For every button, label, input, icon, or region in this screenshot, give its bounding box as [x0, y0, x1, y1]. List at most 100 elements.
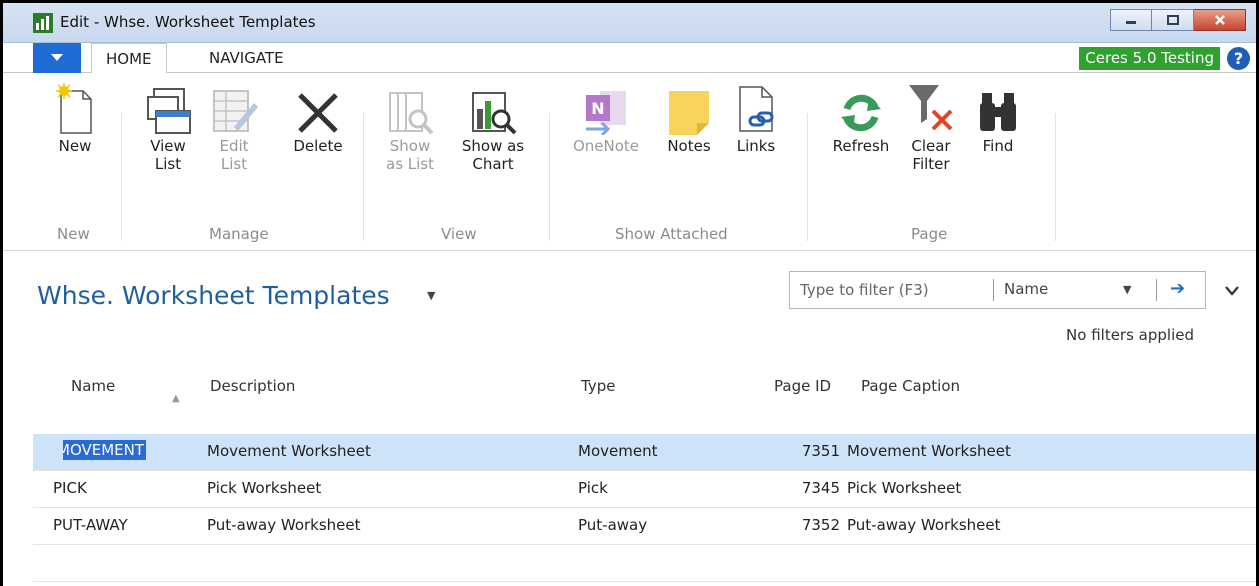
group-separator	[549, 113, 550, 241]
close-button[interactable]	[1194, 9, 1246, 31]
title-bar: Edit - Whse. Worksheet Templates	[3, 3, 1256, 43]
expand-chevron-icon[interactable]	[1225, 281, 1239, 300]
clear-filter-label: Clear Filter	[911, 137, 951, 173]
ribbon-tab-row: HOME NAVIGATE Ceres 5.0 Testing ?	[3, 43, 1256, 74]
maximize-button[interactable]	[1152, 9, 1194, 31]
environment-badge: Ceres 5.0 Testing	[1079, 47, 1220, 70]
sort-ascending-icon: ▲	[172, 393, 180, 404]
table-row[interactable]: PICK Pick Worksheet Pick 7345 Pick Works…	[33, 471, 1256, 508]
group-label-manage: Manage	[209, 225, 269, 243]
row-type: Put-away	[578, 516, 648, 534]
row-type: Movement	[578, 442, 658, 460]
edit-list-label: Edit List	[219, 137, 249, 173]
refresh-icon	[841, 94, 881, 132]
row-page-caption: Movement Worksheet	[847, 442, 1011, 460]
delete-label: Delete	[293, 137, 343, 155]
arrow-right-icon[interactable]: ➔	[1170, 278, 1185, 299]
new-button[interactable]: New	[45, 79, 105, 155]
page-title[interactable]: Whse. Worksheet Templates	[37, 281, 390, 310]
show-as-list-button[interactable]: Show as List	[381, 79, 439, 173]
show-as-chart-icon	[472, 92, 517, 135]
delete-button[interactable]: Delete	[285, 79, 351, 155]
group-separator	[807, 113, 808, 241]
table-row[interactable]: PUT-AWAY Put-away Worksheet Put-away 735…	[33, 508, 1256, 545]
new-document-icon	[56, 83, 92, 134]
delete-icon	[298, 93, 338, 133]
app-logo-icon	[33, 13, 53, 33]
notes-label: Notes	[667, 137, 711, 155]
row-description: Movement Worksheet	[207, 442, 371, 460]
row-name-cell[interactable]: MOVEMENT	[63, 440, 197, 460]
row-page-id: 7345	[801, 479, 840, 497]
show-as-list-label: Show as List	[386, 137, 434, 173]
column-header-description[interactable]: Description	[210, 377, 295, 395]
group-label-new: New	[57, 225, 90, 243]
app-window: Edit - Whse. Worksheet Templates HOME NA…	[0, 0, 1259, 586]
find-label: Find	[982, 137, 1014, 155]
group-separator	[363, 113, 364, 241]
column-header-type[interactable]: Type	[581, 377, 615, 395]
group-label-view: View	[441, 225, 477, 243]
links-button[interactable]: Links	[731, 79, 781, 155]
edit-list-icon	[213, 90, 258, 132]
view-list-icon	[147, 88, 191, 134]
row-type: Pick	[578, 479, 608, 497]
notes-button[interactable]: Notes	[659, 79, 719, 155]
edit-list-button[interactable]: Edit List	[207, 79, 261, 173]
clear-filter-button[interactable]: Clear Filter	[903, 79, 959, 173]
chevron-down-icon[interactable]: ▼	[1123, 283, 1131, 296]
clear-filter-icon	[909, 85, 953, 131]
table-row-empty	[33, 545, 1256, 582]
links-label: Links	[736, 137, 776, 155]
minimize-button[interactable]	[1110, 9, 1152, 31]
group-label-page: Page	[911, 225, 948, 243]
find-button[interactable]: Find	[971, 79, 1025, 155]
filter-divider	[1156, 279, 1157, 301]
group-separator	[121, 113, 122, 241]
refresh-button[interactable]: Refresh	[823, 79, 899, 155]
svg-text:N: N	[591, 99, 604, 118]
show-as-chart-label: Show as Chart	[461, 137, 525, 173]
row-description: Put-away Worksheet	[207, 516, 361, 534]
row-page-id: 7352	[801, 516, 840, 534]
row-name: PUT-AWAY	[53, 516, 128, 534]
filter-pane: Name ▼ ➔	[789, 271, 1206, 309]
column-header-name[interactable]: Name	[71, 377, 115, 395]
view-list-button[interactable]: View List	[139, 79, 197, 173]
tab-home[interactable]: HOME	[91, 43, 167, 74]
group-separator	[1055, 113, 1056, 241]
table-row[interactable]: MOVEMENT Movement Worksheet Movement 735…	[33, 434, 1256, 471]
ribbon: New New View List Edit List Delete Manag…	[3, 73, 1256, 251]
onenote-button[interactable]: N OneNote	[563, 79, 649, 155]
minimize-icon	[1126, 21, 1136, 24]
help-icon[interactable]: ?	[1227, 47, 1250, 70]
view-list-label: View List	[150, 137, 186, 173]
filter-status: No filters applied	[1066, 326, 1194, 344]
new-button-label: New	[58, 137, 92, 155]
notes-icon	[669, 91, 709, 135]
chevron-down-icon	[51, 54, 63, 61]
filter-field-select[interactable]: Name	[1004, 280, 1048, 298]
row-name-value: MOVEMENT	[63, 440, 147, 460]
onenote-icon: N	[586, 91, 626, 135]
links-icon	[739, 86, 774, 132]
filter-input[interactable]	[790, 272, 993, 308]
row-page-caption: Put-away Worksheet	[847, 516, 1001, 534]
row-page-caption: Pick Worksheet	[847, 479, 962, 497]
column-header-page-id[interactable]: Page ID	[774, 377, 831, 395]
application-menu-button[interactable]	[33, 43, 81, 73]
column-header-page-caption[interactable]: Page Caption	[861, 377, 960, 395]
refresh-label: Refresh	[832, 137, 890, 155]
filter-divider	[993, 279, 994, 301]
group-label-show-attached: Show Attached	[615, 225, 728, 243]
title-dropdown-icon[interactable]: ▼	[427, 289, 435, 302]
show-as-chart-button[interactable]: Show as Chart	[451, 79, 535, 173]
onenote-label: OneNote	[572, 137, 640, 155]
row-description: Pick Worksheet	[207, 479, 322, 497]
tab-navigate[interactable]: NAVIGATE	[195, 43, 298, 73]
binoculars-icon	[980, 93, 1016, 131]
maximize-icon	[1166, 15, 1179, 25]
chevron-down-icon	[1225, 286, 1239, 296]
close-icon	[1214, 15, 1225, 25]
window-controls	[1110, 9, 1246, 31]
